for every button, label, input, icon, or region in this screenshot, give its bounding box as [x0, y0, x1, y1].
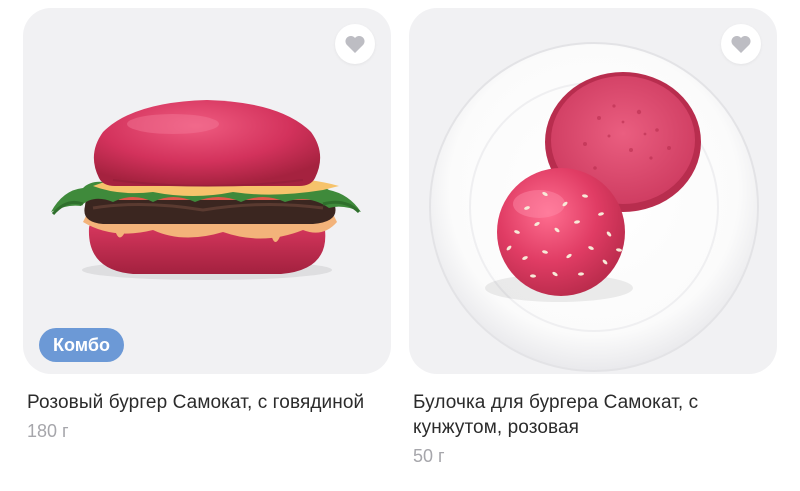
heart-icon: [345, 35, 365, 53]
product-image-tile[interactable]: Комбо: [23, 8, 391, 374]
product-title[interactable]: Розовый бургер Самокат, с говядиной: [27, 390, 387, 415]
product-card-burger[interactable]: Комбо Розовый бургер Самокат, с говядино…: [23, 8, 391, 442]
heart-icon: [731, 35, 751, 53]
favorite-button[interactable]: [721, 24, 761, 64]
burger-image: [51, 100, 361, 280]
product-image-tile[interactable]: [409, 8, 777, 374]
favorite-button[interactable]: [335, 24, 375, 64]
product-title[interactable]: Булочка для бургера Самокат, с кунжутом,…: [413, 390, 773, 440]
product-card-bun[interactable]: Булочка для бургера Самокат, с кунжутом,…: [409, 8, 777, 467]
product-weight: 180 г: [27, 421, 69, 441]
bun-image: [429, 42, 759, 372]
product-weight: 50 г: [413, 446, 445, 466]
combo-badge: Комбо: [39, 328, 124, 362]
product-grid: Комбо Розовый бургер Самокат, с говядино…: [0, 0, 800, 491]
